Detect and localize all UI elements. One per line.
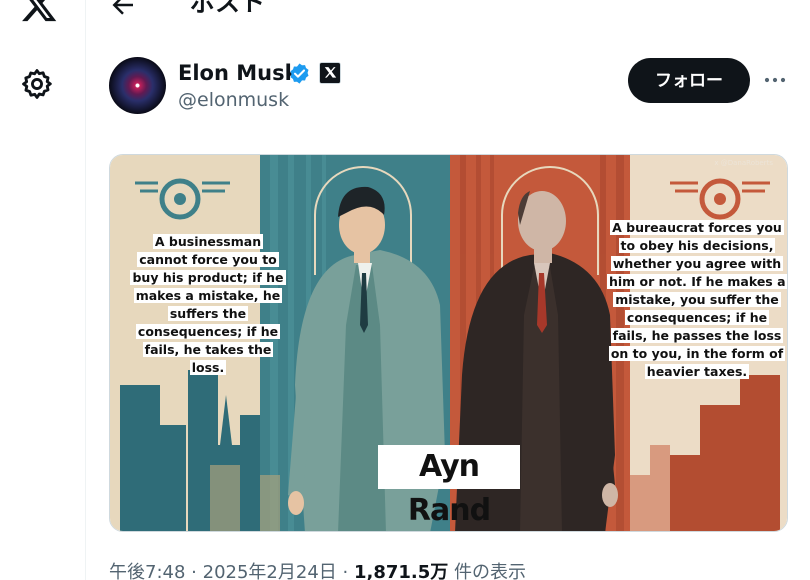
- post-image[interactable]: x @DanaRoberts A businessman cannot forc…: [109, 154, 788, 532]
- avatar[interactable]: [109, 57, 166, 114]
- quote-left: A businessman cannot force you to buy hi…: [130, 234, 286, 375]
- post-time[interactable]: 午後7:48: [109, 562, 185, 580]
- affiliate-x-badge[interactable]: [319, 62, 341, 84]
- left-nav-rail: [0, 0, 86, 580]
- quote-right: A bureaucrat forces you to obey his deci…: [607, 220, 787, 379]
- x-logo-icon[interactable]: [20, 0, 58, 24]
- post-meta: 午後7:48 · 2025年2月24日 · 1,871.5万 件の表示: [109, 561, 526, 580]
- follow-button[interactable]: フォロー: [628, 58, 750, 103]
- x-affiliate-icon: [320, 63, 340, 83]
- page-title: ポスト: [190, 0, 266, 17]
- verified-badge-icon[interactable]: [288, 62, 311, 85]
- settings-gear-icon[interactable]: [20, 67, 54, 101]
- author-handle[interactable]: @elonmusk: [178, 88, 289, 112]
- meta-separator: ·: [342, 562, 349, 580]
- image-watermark: x @DanaRoberts: [714, 159, 773, 167]
- view-count: 1,871.5万: [354, 562, 449, 580]
- view-count-label: 件の表示: [454, 562, 527, 580]
- post-date[interactable]: 2025年2月24日: [203, 562, 337, 580]
- back-arrow-icon[interactable]: [108, 0, 138, 20]
- meta-separator: ·: [191, 562, 197, 580]
- image-caption: Ayn Rand: [378, 445, 520, 528]
- more-horizontal-icon[interactable]: [762, 68, 788, 92]
- author-name[interactable]: Elon Musk: [178, 60, 299, 86]
